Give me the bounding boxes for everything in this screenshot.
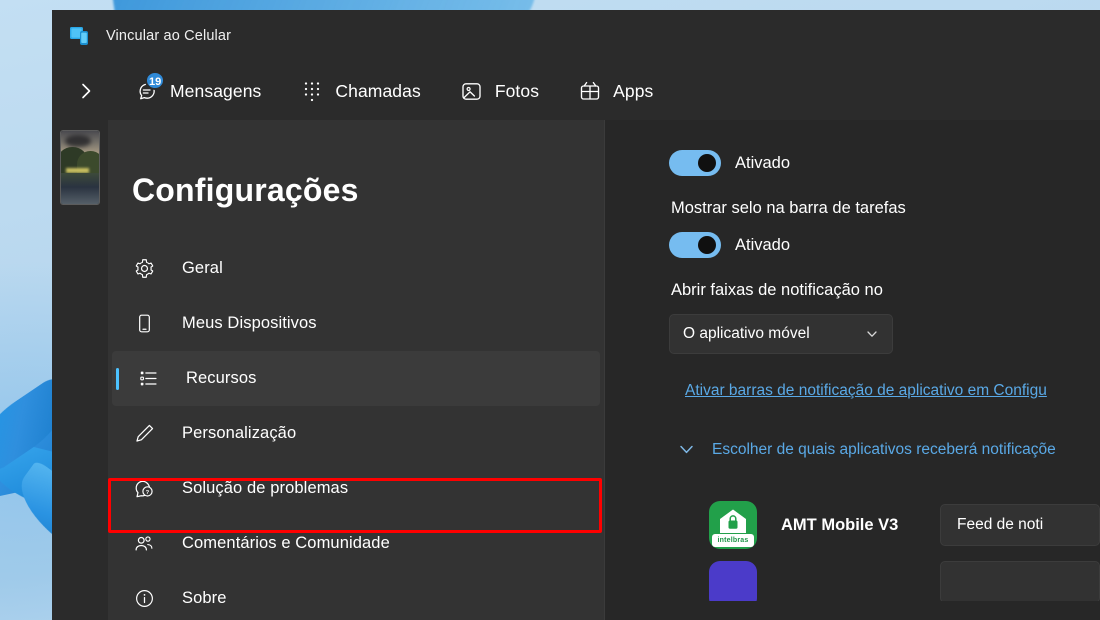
sidebar-item-personalizacao[interactable]: Personalização [108,406,604,461]
page-title: Configurações [132,172,359,208]
messages-unread-badge: 19 [145,71,166,90]
sidebar-label-personalizacao: Personalização [182,424,297,442]
notification-apps-list: intelbras AMT Mobile V3 Feed de noti [669,489,1100,601]
nav-label-chamadas: Chamadas [335,80,421,101]
sidebar-item-solucao-de-problemas[interactable]: ? Solução de problemas [108,461,604,516]
nav-item-fotos[interactable]: Fotos [447,69,551,113]
nav-item-chamadas[interactable]: Chamadas [287,69,432,113]
sidebar-item-meus-dispositivos[interactable]: Meus Dispositivos [108,296,604,351]
choose-apps-expander[interactable]: Escolher de quais aplicativos receberá n… [677,440,1100,459]
top-feature-toggle[interactable] [669,150,721,176]
thumb-water [61,173,99,204]
gear-icon [132,257,156,281]
app-notification-action-button[interactable]: Feed de noti [940,504,1100,546]
settings-sidebar: Configurações Geral Meus Dispositivos Re… [108,120,604,620]
amt-mobile-app-icon: intelbras [709,501,757,549]
phone-link-icon [70,27,88,45]
sidebar-item-comentarios-e-comunidade[interactable]: Comentários e Comunidade [108,516,604,571]
intelbras-brand-label: intelbras [712,534,754,547]
sidebar-label-comentarios-e-comunidade: Comentários e Comunidade [182,534,390,552]
window-titlebar: Vincular ao Celular [52,10,1100,62]
enable-app-notification-banners-link[interactable]: Ativar barras de notificação de aplicati… [685,382,1047,399]
toggle-knob [698,236,716,254]
house-lock-icon [720,509,746,533]
nav-item-mensagens[interactable]: 19 Mensagens [122,69,273,113]
expand-navigation-button[interactable] [64,69,108,113]
nav-label-mensagens: Mensagens [170,80,262,101]
sidebar-item-geral[interactable]: Geral [108,241,604,296]
sidebar-label-solucao-de-problemas: Solução de problemas [182,479,349,497]
messages-icon-wrap: 19 [134,71,166,104]
chevron-right-icon [82,83,91,99]
app-row-second [669,561,1100,601]
sidebar-item-recursos[interactable]: Recursos [112,351,600,406]
photos-icon-wrap [459,78,485,104]
toggle-knob [698,154,716,172]
features-settings-panel: Ativado Mostrar selo na barra de tarefas… [605,120,1100,620]
chevron-down-icon [867,331,877,337]
dropdown-selected-value: O aplicativo móvel [683,325,810,342]
sidebar-item-sobre[interactable]: Sobre [108,571,604,620]
app-name-amt-mobile-v3: AMT Mobile V3 [781,515,899,534]
top-toggle-row: Ativado [669,150,1100,176]
top-toggle-label: Ativado [735,153,791,172]
taskbar-badge-label: Mostrar selo na barra de tarefas [671,199,906,217]
photos-icon [462,82,481,100]
info-icon [132,587,156,611]
phone-link-window: Vincular ao Celular 19 Mensagens Chamada… [52,10,1100,620]
sidebar-label-recursos: Recursos [186,369,257,387]
notification-banner-dropdown[interactable]: O aplicativo móvel [669,314,893,354]
badge-toggle-label: Ativado [735,235,791,254]
chevron-down-icon [680,445,693,454]
app-row-amt-mobile-v3: intelbras AMT Mobile V3 Feed de noti [669,489,1100,561]
selection-accent-bar [116,367,119,390]
nav-label-apps: Apps [613,80,654,101]
nav-item-apps[interactable]: Apps [565,69,665,113]
pen-icon [132,422,156,446]
list-icon [136,367,160,391]
apps-grid-icon [580,81,600,100]
app-notification-action-button[interactable] [940,561,1100,601]
dialpad-icon [305,82,320,102]
apps-grid-icon-wrap [577,78,603,104]
settings-link-row: Ativar barras de notificação de aplicati… [685,382,1100,400]
people-icon [132,532,156,556]
sidebar-label-meus-dispositivos: Meus Dispositivos [182,314,317,332]
settings-nav-list: Geral Meus Dispositivos Recursos Persona… [108,241,604,620]
sidebar-label-sobre: Sobre [182,589,227,607]
nav-label-fotos: Fotos [494,80,540,101]
notification-banner-label: Abrir faixas de notificação no [671,281,883,299]
dialpad-icon-wrap [299,78,325,104]
purple-app-icon [709,561,757,601]
help-chat-icon: ? [132,477,156,501]
device-wallpaper-thumbnail[interactable] [60,130,100,205]
taskbar-badge-toggle[interactable] [669,232,721,258]
svg-text:?: ? [146,489,150,495]
phone-icon [132,312,156,336]
sidebar-label-geral: Geral [182,259,223,277]
window-title: Vincular ao Celular [106,28,232,44]
device-rail [52,120,108,620]
content-area: Configurações Geral Meus Dispositivos Re… [52,120,1100,620]
badge-toggle-row: Ativado [669,232,1100,258]
thumb-light [65,167,90,173]
top-navigation-bar: 19 Mensagens Chamadas Fotos Apps [52,62,1100,120]
choose-apps-expander-label: Escolher de quais aplicativos receberá n… [712,440,1056,458]
